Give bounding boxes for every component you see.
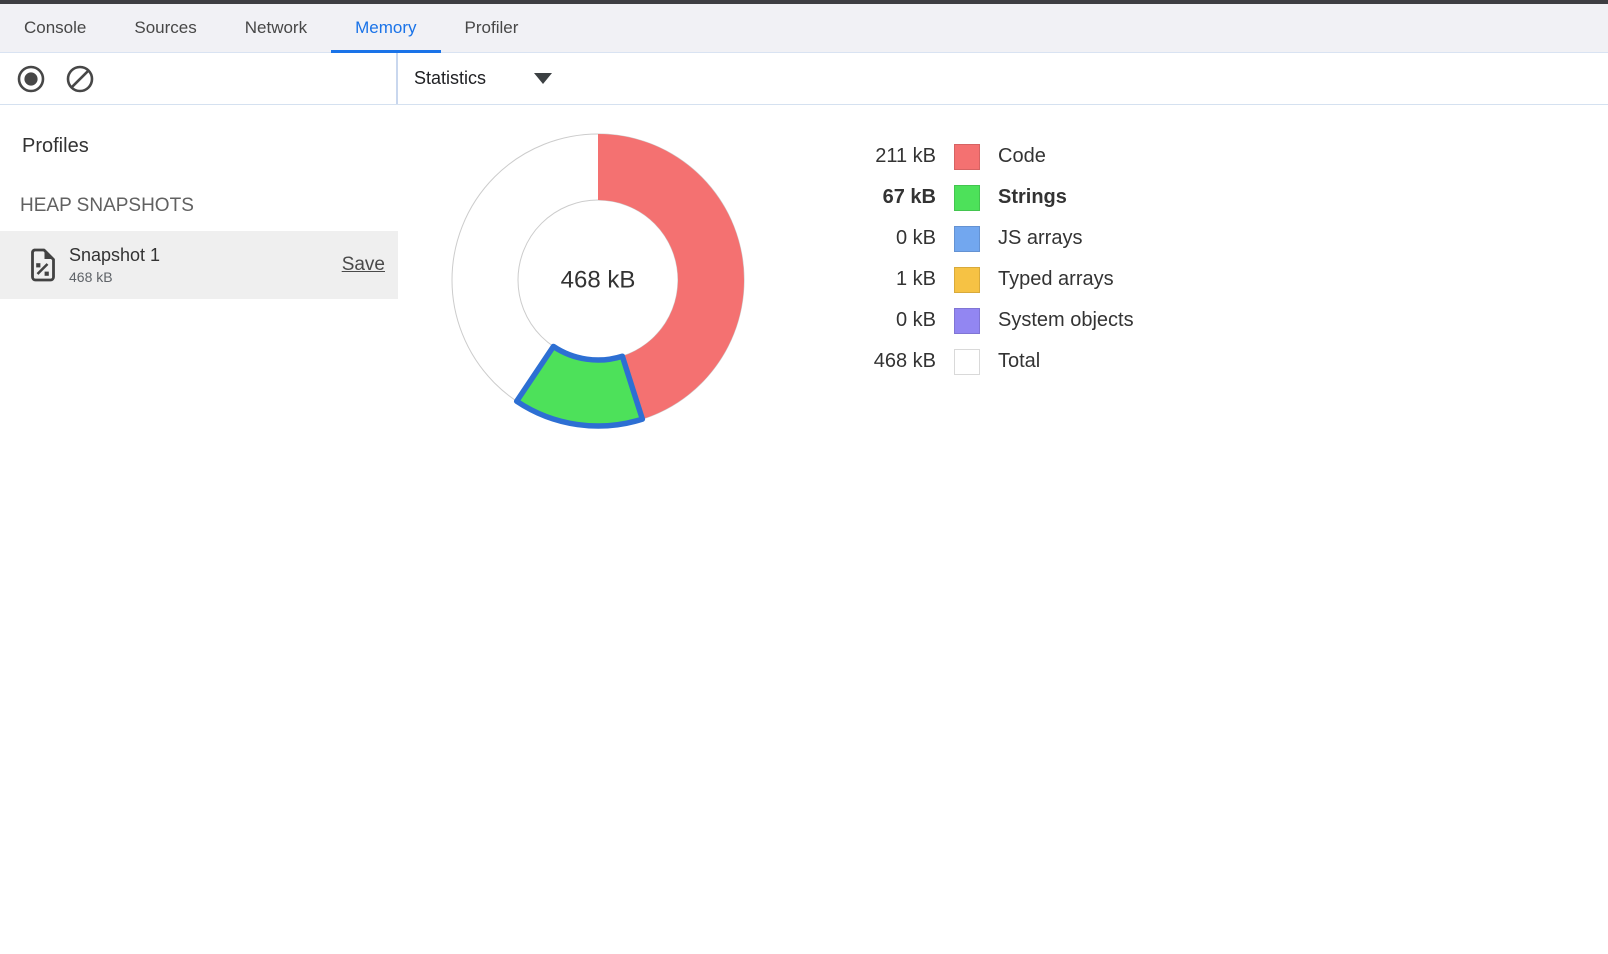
- snapshot-size: 468 kB: [69, 269, 160, 285]
- legend-size: 1 kB: [860, 268, 936, 291]
- donut-chart-svg: 468 kB: [448, 130, 748, 430]
- perspective-select-value: Statistics: [414, 68, 486, 89]
- memory-toolbar: Statistics: [0, 53, 1608, 105]
- legend-label: Typed arrays: [998, 268, 1114, 291]
- legend-row-strings[interactable]: 67 kB Strings: [860, 177, 1134, 218]
- legend-label: System objects: [998, 309, 1134, 332]
- tab-profiler[interactable]: Profiler: [441, 4, 543, 52]
- tab-sources[interactable]: Sources: [110, 4, 220, 52]
- legend-size: 211 kB: [860, 145, 936, 168]
- statistics-view: 468 kB 211 kB Code 67 kB Strings 0 kB JS…: [400, 105, 1608, 954]
- toolbar-left-section: [0, 53, 398, 104]
- profiles-sidebar: Profiles HEAP SNAPSHOTS Snapshot 1 468 k…: [0, 105, 398, 954]
- tab-profiler-label: Profiler: [465, 18, 519, 38]
- js-arrays-swatch-icon: [954, 226, 980, 252]
- tab-memory[interactable]: Memory: [331, 4, 440, 52]
- snapshot-text-block: Snapshot 1 468 kB: [69, 245, 160, 285]
- system-objects-swatch-icon: [954, 308, 980, 334]
- tab-memory-label: Memory: [355, 18, 416, 38]
- snapshot-list-item[interactable]: Snapshot 1 468 kB Save: [0, 231, 398, 299]
- legend-row-js-arrays[interactable]: 0 kB JS arrays: [860, 218, 1134, 259]
- legend-row-typed-arrays[interactable]: 1 kB Typed arrays: [860, 259, 1134, 300]
- strings-swatch-icon: [954, 185, 980, 211]
- typed-arrays-swatch-icon: [954, 267, 980, 293]
- legend-size: 468 kB: [860, 350, 936, 373]
- heap-statistics-donut-chart[interactable]: 468 kB: [448, 130, 748, 430]
- devtools-tab-bar: Console Sources Network Memory Profiler: [0, 4, 1608, 53]
- toolbar-right-section: Statistics: [398, 53, 1608, 104]
- legend-label: Code: [998, 145, 1046, 168]
- tab-network-label: Network: [245, 18, 307, 38]
- legend-row-system-objects[interactable]: 0 kB System objects: [860, 300, 1134, 341]
- tab-console-label: Console: [24, 18, 86, 38]
- tab-sources-label: Sources: [134, 18, 196, 38]
- code-swatch-icon: [954, 144, 980, 170]
- legend-label: Total: [998, 350, 1040, 373]
- record-heap-snapshot-button[interactable]: [15, 63, 47, 95]
- donut-center-total: 468 kB: [561, 267, 636, 294]
- chevron-down-icon: [534, 73, 552, 84]
- clear-profiles-button[interactable]: [64, 63, 96, 95]
- save-snapshot-link[interactable]: Save: [342, 254, 385, 276]
- tab-console[interactable]: Console: [0, 4, 110, 52]
- legend-size: 67 kB: [860, 186, 936, 209]
- record-icon: [16, 64, 46, 94]
- total-swatch-icon: [954, 349, 980, 375]
- legend-label: JS arrays: [998, 227, 1082, 250]
- tab-network[interactable]: Network: [221, 4, 331, 52]
- legend-label: Strings: [998, 186, 1067, 209]
- heap-snapshot-file-icon: [28, 248, 56, 282]
- heap-snapshots-section-title: HEAP SNAPSHOTS: [20, 195, 398, 217]
- legend-row-code[interactable]: 211 kB Code: [860, 136, 1134, 177]
- legend-size: 0 kB: [860, 227, 936, 250]
- chart-legend: 211 kB Code 67 kB Strings 0 kB JS arrays…: [860, 136, 1134, 382]
- clear-icon: [65, 64, 95, 94]
- snapshot-title: Snapshot 1: [69, 245, 160, 266]
- legend-row-total[interactable]: 468 kB Total: [860, 341, 1134, 382]
- legend-size: 0 kB: [860, 309, 936, 332]
- profiles-title: Profiles: [22, 135, 398, 158]
- perspective-select[interactable]: Statistics: [414, 68, 552, 89]
